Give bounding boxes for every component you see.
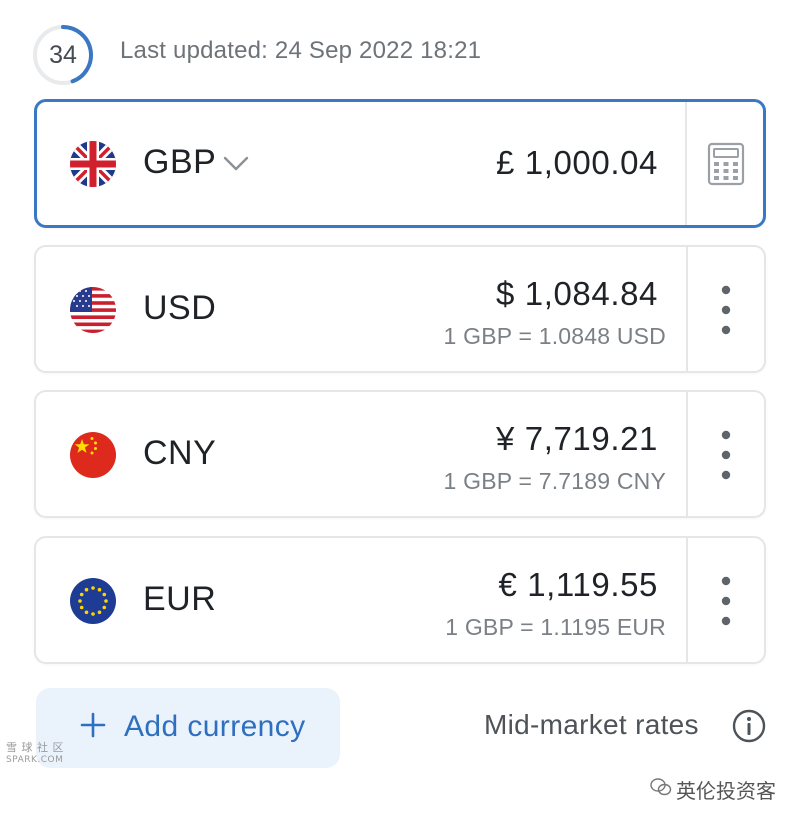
more-vertical-icon[interactable] bbox=[716, 428, 736, 482]
last-updated-text: Last updated: 24 Sep 2022 18:21 bbox=[120, 37, 482, 64]
card-divider bbox=[685, 102, 687, 225]
more-vertical-icon[interactable] bbox=[716, 283, 736, 337]
us-flag-icon bbox=[70, 287, 116, 333]
more-vertical-icon[interactable] bbox=[716, 574, 736, 628]
converted-amount[interactable]: ¥ 7,719.21 bbox=[496, 420, 658, 458]
chevron-down-icon[interactable] bbox=[223, 156, 249, 172]
refresh-countdown-timer: 34 bbox=[32, 24, 94, 86]
currency-code[interactable]: CNY bbox=[143, 434, 216, 473]
watermark-left-top: 雪 球 社 区 bbox=[6, 741, 64, 754]
eu-flag-icon bbox=[70, 578, 116, 624]
currency-row-usd[interactable]: USD $ 1,084.84 1 GBP = 1.0848 USD bbox=[34, 245, 766, 373]
plus-icon bbox=[80, 712, 106, 738]
watermark-left-bottom: SPARK.COM bbox=[6, 755, 64, 765]
watermark-left: 雪 球 社 区 SPARK.COM bbox=[6, 742, 64, 766]
china-flag-icon bbox=[70, 432, 116, 478]
currency-row-cny[interactable]: CNY ¥ 7,719.21 1 GBP = 7.7189 CNY bbox=[34, 390, 766, 518]
currency-row-eur[interactable]: EUR € 1,119.55 1 GBP = 1.1195 EUR bbox=[34, 536, 766, 664]
countdown-seconds: 34 bbox=[49, 41, 77, 69]
add-currency-label: Add currency bbox=[124, 710, 306, 743]
amount-input[interactable]: £ 1,000.04 bbox=[496, 144, 658, 182]
currency-code[interactable]: EUR bbox=[143, 580, 216, 619]
card-divider bbox=[686, 247, 688, 371]
exchange-rate: 1 GBP = 1.1195 EUR bbox=[445, 614, 666, 640]
uk-flag-icon bbox=[70, 141, 116, 187]
converted-amount[interactable]: $ 1,084.84 bbox=[496, 275, 658, 313]
mid-market-rates-link[interactable]: Mid-market rates bbox=[484, 709, 699, 741]
info-icon[interactable] bbox=[732, 709, 766, 743]
currency-code[interactable]: GBP bbox=[143, 143, 216, 182]
card-divider bbox=[686, 538, 688, 662]
card-divider bbox=[686, 392, 688, 516]
add-currency-button[interactable]: Add currency bbox=[36, 688, 340, 768]
exchange-rate: 1 GBP = 7.7189 CNY bbox=[443, 468, 666, 494]
currency-code[interactable]: USD bbox=[143, 289, 216, 328]
watermark-right-text: 英伦投资客 bbox=[676, 779, 776, 803]
exchange-rate: 1 GBP = 1.0848 USD bbox=[443, 323, 666, 349]
calculator-icon[interactable] bbox=[707, 142, 745, 186]
converted-amount[interactable]: € 1,119.55 bbox=[498, 566, 658, 604]
wechat-icon bbox=[650, 778, 672, 796]
currency-row-gbp[interactable]: GBP £ 1,000.04 bbox=[34, 99, 766, 228]
